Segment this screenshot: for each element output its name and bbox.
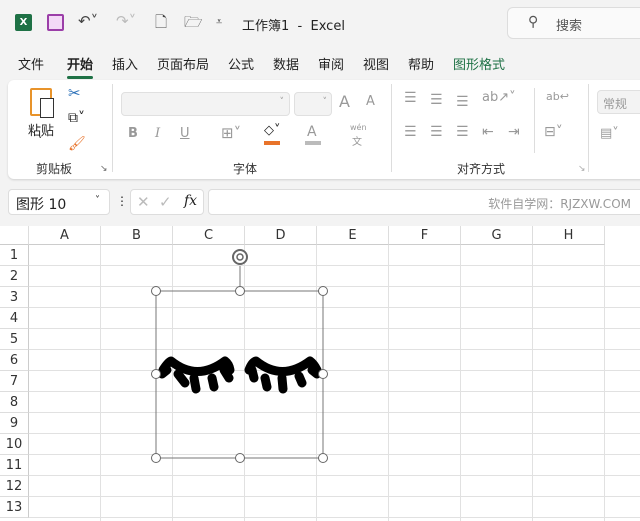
resize-handle-e[interactable]: [318, 369, 328, 379]
resize-handle-sw[interactable]: [151, 453, 161, 463]
rotation-handle-icon[interactable]: [232, 249, 248, 265]
closed-eyelashes-shape[interactable]: [157, 356, 322, 394]
resize-handle-se[interactable]: [318, 453, 328, 463]
resize-handle-n[interactable]: [235, 286, 245, 296]
resize-handle-s[interactable]: [235, 453, 245, 463]
resize-handle-nw[interactable]: [151, 286, 161, 296]
resize-handle-ne[interactable]: [318, 286, 328, 296]
resize-handle-w[interactable]: [151, 369, 161, 379]
shape-layer: [155, 249, 324, 459]
